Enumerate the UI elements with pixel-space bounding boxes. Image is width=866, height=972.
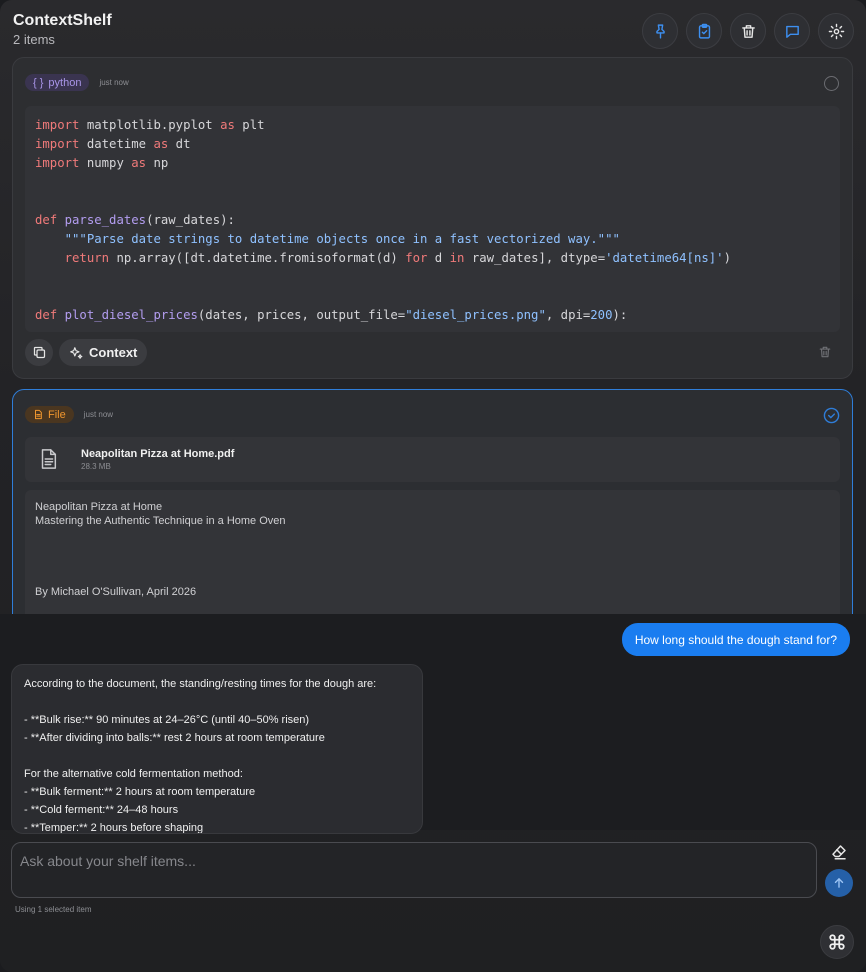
arrow-up-icon: [834, 878, 844, 888]
code-line: import matplotlib.pyplot as plt: [35, 118, 265, 132]
file-tag: File: [25, 406, 74, 423]
command-icon: [829, 934, 845, 950]
preview-subtitle: Mastering the Authentic Technique in a H…: [35, 515, 286, 527]
file-name: Neapolitan Pizza at Home.pdf: [81, 448, 235, 460]
send-button[interactable]: [825, 869, 853, 897]
card-actions: Context: [25, 339, 148, 366]
pin-button[interactable]: [642, 13, 678, 49]
selection-status: Using 1 selected item: [15, 905, 92, 914]
shelf-item-file[interactable]: File just now Neapolitan Pizza at Home.p…: [12, 389, 853, 649]
gear-icon: [828, 23, 844, 39]
file-attachment[interactable]: Neapolitan Pizza at Home.pdf 28.3 MB: [25, 437, 840, 482]
assistant-line: According to the document, the standing/…: [24, 678, 377, 690]
assistant-line: [24, 693, 410, 711]
code-line: """Parse date strings to datetime object…: [64, 232, 620, 246]
file-preview: Neapolitan Pizza at Home Mastering the A…: [25, 490, 840, 630]
chat-composer[interactable]: [11, 842, 817, 898]
code-line: def parse_dates(raw_dates):: [35, 213, 235, 227]
context-button-label: Context: [89, 345, 138, 360]
document-icon: [35, 409, 42, 420]
app-launcher-button[interactable]: [820, 925, 854, 959]
app-window: ContextShelf 2 items {} python just now…: [0, 0, 866, 972]
clipboard-check-icon: [698, 23, 710, 39]
header-toolbar: [642, 13, 854, 49]
check-circle-icon[interactable]: [823, 407, 840, 424]
chat-area: How long should the dough stand for? Acc…: [0, 614, 866, 834]
code-line: import numpy as np: [35, 156, 169, 170]
assistant-line: - **After dividing into balls:** rest 2 …: [24, 732, 325, 744]
chat-input[interactable]: [20, 851, 800, 871]
context-button[interactable]: Context: [59, 339, 148, 366]
python-tag-label: python: [48, 76, 82, 89]
code-line: return np.array([dt.datetime.fromisoform…: [64, 251, 731, 265]
timestamp: just now: [83, 410, 114, 419]
copy-icon: [33, 346, 45, 359]
preview-title: Neapolitan Pizza at Home: [35, 501, 163, 513]
assistant-line: - **Bulk rise:** 90 minutes at 24–26°C (…: [24, 714, 310, 726]
eraser-icon[interactable]: [829, 843, 849, 861]
select-toggle[interactable]: [824, 76, 839, 91]
card-meta: { } python just now: [25, 74, 129, 91]
code-preview: import matplotlib.pyplot as plt import da…: [25, 106, 840, 332]
assistant-message: According to the document, the standing/…: [11, 664, 423, 834]
user-message: How long should the dough stand for?: [621, 623, 850, 656]
header: ContextShelf 2 items: [0, 0, 866, 56]
code-line: def plot_diesel_prices(dates, prices, ou…: [35, 308, 628, 322]
shelf-item-code[interactable]: { } python just now import matplotlib.py…: [12, 57, 853, 379]
pin-icon: [655, 23, 665, 39]
clear-button[interactable]: [730, 13, 766, 49]
item-count: 2 items: [13, 32, 55, 47]
assistant-line: [24, 747, 410, 765]
sparkles-icon: [70, 346, 83, 359]
select-all-button[interactable]: [686, 13, 722, 49]
timestamp: just now: [99, 78, 129, 87]
assistant-line: - **Bulk ferment:** 2 hours at room temp…: [24, 786, 256, 798]
preview-author: By Michael O'Sullivan, April 2026: [35, 586, 197, 598]
file-size: 28.3 MB: [81, 462, 111, 471]
file-icon: [41, 449, 57, 469]
delete-item-icon[interactable]: [818, 344, 832, 360]
file-tag-label: File: [48, 408, 66, 421]
assistant-line: - **Cold ferment:** 24–48 hours: [24, 804, 179, 816]
code-line: import datetime as dt: [35, 137, 191, 151]
settings-button[interactable]: [818, 13, 854, 49]
chat-button[interactable]: [774, 13, 810, 49]
card-meta: File just now: [25, 406, 113, 423]
assistant-line: For the alternative cold fermentation me…: [24, 768, 243, 780]
copy-button[interactable]: [25, 339, 53, 366]
app-title: ContextShelf: [13, 12, 112, 29]
braces-icon: { }: [33, 76, 44, 89]
assistant-line: - **Temper:** 2 hours before shaping: [24, 822, 204, 834]
chat-icon: [785, 25, 799, 38]
trash-icon: [741, 24, 755, 38]
python-tag: { } python: [25, 74, 90, 91]
